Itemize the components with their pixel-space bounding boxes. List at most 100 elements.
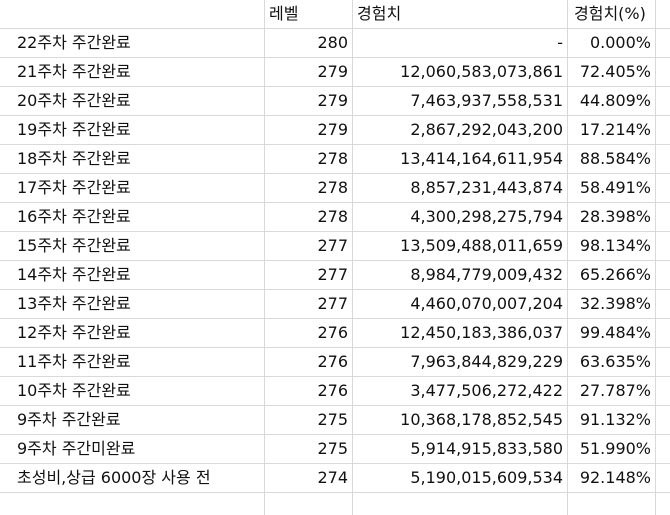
row-level-cell[interactable]: 275 (265, 435, 353, 463)
row-level-cell[interactable]: 280 (265, 29, 353, 57)
header-cell-exp-pct[interactable]: 경험치(%) (568, 0, 656, 28)
row-exp-cell[interactable]: 12,450,183,386,037 (353, 319, 568, 347)
row-exp-pct-cell[interactable]: 32.398% (568, 290, 656, 318)
row-level-cell[interactable]: 276 (265, 377, 353, 405)
row-exp-pct-cell[interactable]: 28.398% (568, 203, 656, 231)
row-level-cell[interactable]: 279 (265, 116, 353, 144)
header-cell-exp[interactable]: 경험치 (353, 0, 568, 28)
empty-cell[interactable] (656, 261, 670, 289)
header-cell-level[interactable]: 레벨 (265, 0, 353, 28)
empty-cell[interactable] (656, 87, 670, 115)
row-level-cell[interactable]: 274 (265, 464, 353, 492)
row-label-cell[interactable]: 10주차 주간완료 (0, 377, 265, 405)
row-exp-cell[interactable]: 4,300,298,275,794 (353, 203, 568, 231)
row-label-cell[interactable]: 22주차 주간완료 (0, 29, 265, 57)
empty-cell[interactable] (656, 464, 670, 492)
row-level-cell[interactable]: 278 (265, 203, 353, 231)
row-exp-pct-cell[interactable]: 17.214% (568, 116, 656, 144)
table-row: 13주차 주간완료 277 4,460,070,007,204 32.398% (0, 290, 670, 319)
empty-cell[interactable] (568, 493, 656, 515)
empty-cell[interactable] (656, 493, 670, 515)
row-label-cell[interactable]: 9주차 주간완료 (0, 406, 265, 434)
row-label-cell[interactable]: 17주차 주간완료 (0, 174, 265, 202)
empty-cell[interactable] (656, 58, 670, 86)
empty-cell[interactable] (656, 232, 670, 260)
row-exp-cell[interactable]: 7,463,937,558,531 (353, 87, 568, 115)
row-level-cell[interactable]: 275 (265, 406, 353, 434)
row-label-cell[interactable]: 13주차 주간완료 (0, 290, 265, 318)
header-cell-label[interactable] (0, 0, 265, 28)
empty-cell[interactable] (656, 116, 670, 144)
row-exp-cell[interactable]: - (353, 29, 568, 57)
row-exp-cell[interactable]: 4,460,070,007,204 (353, 290, 568, 318)
row-exp-cell[interactable]: 5,190,015,609,534 (353, 464, 568, 492)
table-row: 9주차 주간미완료 275 5,914,915,833,580 51.990% (0, 435, 670, 464)
row-exp-pct-cell[interactable]: 58.491% (568, 174, 656, 202)
row-exp-cell[interactable]: 8,857,231,443,874 (353, 174, 568, 202)
empty-cell[interactable] (656, 406, 670, 434)
empty-cell[interactable] (656, 174, 670, 202)
empty-cell[interactable] (0, 493, 265, 515)
row-exp-pct-cell[interactable]: 91.132% (568, 406, 656, 434)
row-exp-pct-cell[interactable]: 63.635% (568, 348, 656, 376)
table-row: 20주차 주간완료 279 7,463,937,558,531 44.809% (0, 87, 670, 116)
row-level-cell[interactable]: 277 (265, 290, 353, 318)
spreadsheet-grid: 레벨 경험치 경험치(%) 22주차 주간완료 280-0.000% 21주차 주간… (0, 0, 670, 515)
row-level-cell[interactable]: 276 (265, 319, 353, 347)
row-label-cell[interactable]: 21주차 주간완료 (0, 58, 265, 86)
row-label-cell[interactable]: 18주차 주간완료 (0, 145, 265, 173)
table-row: 9주차 주간완료 275 10,368,178,852,545 91.132% (0, 406, 670, 435)
row-exp-pct-cell[interactable]: 65.266% (568, 261, 656, 289)
row-label-cell[interactable]: 15주차 주간완료 (0, 232, 265, 260)
row-exp-pct-cell[interactable]: 92.148% (568, 464, 656, 492)
empty-cell[interactable] (656, 29, 670, 57)
row-exp-cell[interactable]: 5,914,915,833,580 (353, 435, 568, 463)
empty-cell[interactable] (656, 203, 670, 231)
row-label-cell[interactable]: 19주차 주간완료 (0, 116, 265, 144)
row-exp-pct-cell[interactable]: 44.809% (568, 87, 656, 115)
row-label-cell[interactable]: 9주차 주간미완료 (0, 435, 265, 463)
table-body: 22주차 주간완료 280-0.000% 21주차 주간완료 279 12,060,58… (0, 29, 670, 493)
row-exp-pct-cell[interactable]: 27.787% (568, 377, 656, 405)
row-label-cell[interactable]: 20주차 주간완료 (0, 87, 265, 115)
row-exp-cell[interactable]: 7,963,844,829,229 (353, 348, 568, 376)
row-level-cell[interactable]: 279 (265, 87, 353, 115)
row-exp-pct-cell[interactable]: 99.484% (568, 319, 656, 347)
table-row: 11주차 주간완료 276 7,963,844,829,229 63.635% (0, 348, 670, 377)
row-level-cell[interactable]: 278 (265, 174, 353, 202)
row-exp-cell[interactable]: 13,509,488,011,659 (353, 232, 568, 260)
row-level-cell[interactable]: 277 (265, 232, 353, 260)
row-exp-cell[interactable]: 3,477,506,272,422 (353, 377, 568, 405)
row-label-cell[interactable]: 초성비,상급 6000장 사용 전 (0, 464, 265, 492)
empty-cell[interactable] (656, 145, 670, 173)
header-cell-empty[interactable] (656, 0, 670, 28)
empty-cell[interactable] (656, 319, 670, 347)
empty-cell[interactable] (353, 493, 568, 515)
row-exp-cell[interactable]: 13,414,164,611,954 (353, 145, 568, 173)
row-exp-pct-cell[interactable]: 51.990% (568, 435, 656, 463)
row-label-cell[interactable]: 16주차 주간완료 (0, 203, 265, 231)
row-level-cell[interactable]: 279 (265, 58, 353, 86)
empty-cell[interactable] (656, 290, 670, 318)
empty-cell[interactable] (656, 435, 670, 463)
row-level-cell[interactable]: 277 (265, 261, 353, 289)
row-exp-pct-cell[interactable]: 0.000% (568, 29, 656, 57)
empty-cell[interactable] (656, 377, 670, 405)
table-row: 10주차 주간완료 276 3,477,506,272,422 27.787% (0, 377, 670, 406)
row-label-cell[interactable]: 14주차 주간완료 (0, 261, 265, 289)
empty-cell[interactable] (265, 493, 353, 515)
empty-cell[interactable] (656, 348, 670, 376)
row-exp-cell[interactable]: 2,867,292,043,200 (353, 116, 568, 144)
row-level-cell[interactable]: 276 (265, 348, 353, 376)
row-exp-cell[interactable]: 12,060,583,073,861 (353, 58, 568, 86)
row-exp-cell[interactable]: 8,984,779,009,432 (353, 261, 568, 289)
row-level-cell[interactable]: 278 (265, 145, 353, 173)
row-exp-pct-cell[interactable]: 98.134% (568, 232, 656, 260)
row-label-cell[interactable]: 12주차 주간완료 (0, 319, 265, 347)
row-label-cell[interactable]: 11주차 주간완료 (0, 348, 265, 376)
row-exp-pct-cell[interactable]: 72.405% (568, 58, 656, 86)
empty-row (0, 493, 670, 515)
table-row: 14주차 주간완료 277 8,984,779,009,432 65.266% (0, 261, 670, 290)
row-exp-cell[interactable]: 10,368,178,852,545 (353, 406, 568, 434)
row-exp-pct-cell[interactable]: 88.584% (568, 145, 656, 173)
